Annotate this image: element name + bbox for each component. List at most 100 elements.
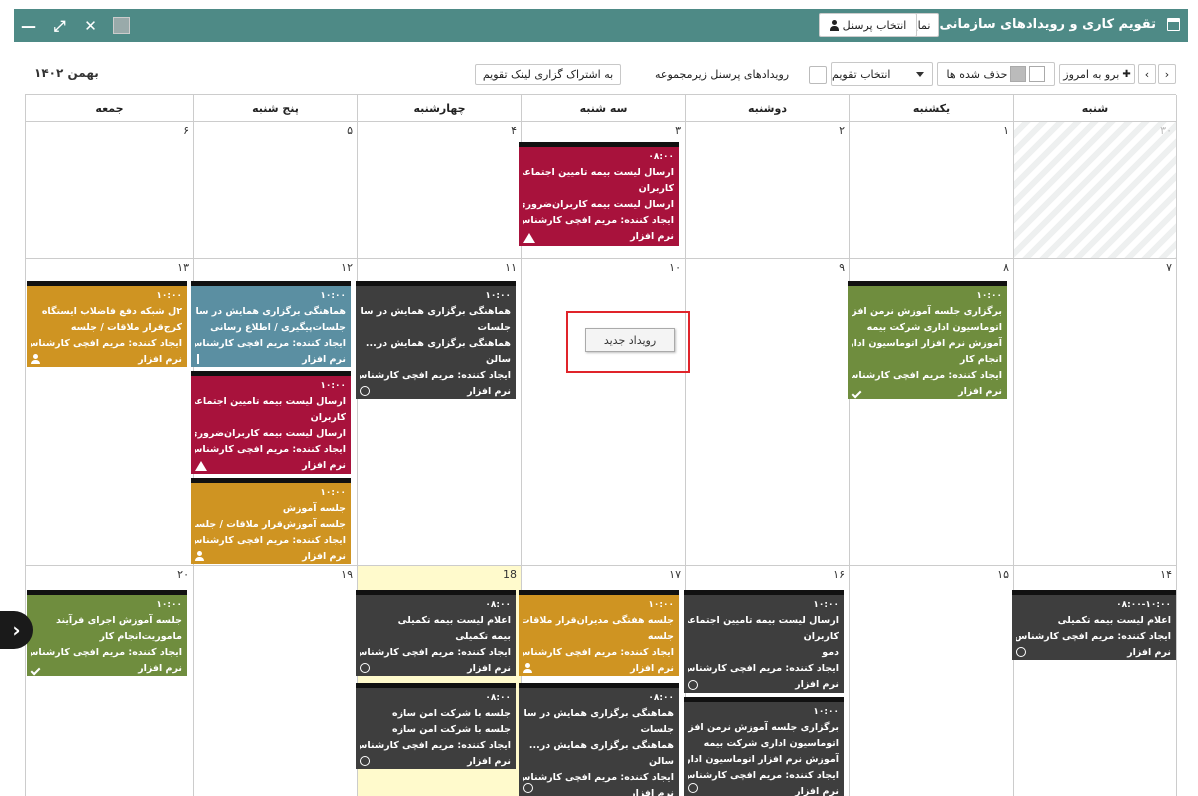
day-number: ۱۲ [341, 261, 353, 274]
event-text: نرم افزار [795, 679, 839, 690]
calendar-event[interactable]: ۱۰:۰۰ هماهنگی برگزاری همایش در سالن جلسات ه… [356, 281, 516, 399]
calendar-event[interactable]: ۱۰:۰۰ ارسال لیست بیمه تامیین اجتماعی کاربر… [684, 590, 844, 693]
day-cell[interactable]: ۱ [850, 122, 1014, 259]
clock-icon [360, 756, 370, 766]
event-text: ایجاد کننده: مریم افچی کارشناس [852, 370, 1002, 381]
event-text: اعلام لیست بیمه تکمیلی [397, 615, 511, 626]
weekday-header: چهارشنبه [358, 95, 522, 122]
event-text: ایجاد کننده: مریم افچی کارشناس [523, 647, 674, 658]
maximize-icon[interactable]: ⤢ [45, 9, 74, 42]
event-text: ایجاد کننده: مریم افچی کارشناس [195, 444, 346, 455]
select-calendar-dropdown[interactable]: انتخاب تقویم [831, 62, 933, 86]
calendar-event[interactable]: ۱۰:۰۰ برگزاری جلسه آموزش نرمن افزار اتوماس… [848, 281, 1007, 399]
event-text: ایجاد کننده: مریم افچی کارشناس [523, 215, 674, 226]
select-personnel-label: انتخاب پرسنل [842, 18, 907, 32]
day-number: ۱۵ [997, 568, 1009, 581]
event-text: نرم افزار [138, 354, 182, 365]
event-time: ۱۰:۰۰ [156, 291, 182, 301]
calendar-event[interactable]: ۱۰:۰۰ جلسه آموزش جلسه آموزش‌قرار ملاقات / … [191, 478, 351, 564]
close-icon[interactable]: ✕ [76, 9, 105, 42]
weekday-header: سه شنبه [522, 95, 686, 122]
calendar-event[interactable]: ۱۰:۰۰ جلسه هفتگی مدیران‌قرار ملاقات / جلسه… [519, 590, 679, 676]
event-time: ۱۰:۰۰ [813, 600, 839, 610]
calendar-event[interactable]: ۰۸:۰۰ هماهنگی برگزاری همایش در سالن جلسات ه… [519, 683, 679, 796]
event-time: ۱۰:۰۰ [648, 600, 674, 610]
calendar-event[interactable]: ۱۰:۰۰ هماهنگی برگزاری همایش در سالن جلسات‌… [191, 281, 351, 367]
deleted-toggle[interactable]: حذف شده ها [937, 62, 1055, 86]
event-text: آموزش نرم افزار اتوماسیون ادار... [688, 754, 839, 765]
minimize-icon[interactable]: — [14, 9, 43, 42]
clock-icon [360, 386, 370, 396]
event-text: سالن [485, 354, 511, 365]
event-text: ماموریت‌انجام کار [99, 631, 182, 642]
event-time: ۰۸:۰۰ [648, 152, 674, 162]
window-square-button[interactable] [107, 9, 136, 42]
day-cell[interactable]: ۲ [686, 122, 850, 259]
event-text: نرم افزار [467, 756, 511, 767]
clock-icon [360, 663, 370, 673]
calendar-event[interactable]: ۱۰:۰۰ ارسال لیست بیمه تامیین اجتماعی کاربر… [191, 371, 351, 474]
day-cell[interactable]: ۴ [358, 122, 522, 259]
event-text: ۲ل شبکه دفع فاضلاب ایستگاه [41, 306, 182, 317]
calendar-event[interactable]: ۱۰:۰۰ برگزاری جلسه آموزش نرمن افزار اتوماس… [684, 697, 844, 796]
calendar-event[interactable]: ۱۰:۰۰ ۲ل شبکه دفع فاضلاب ایستگاه کرج‌قرار … [27, 281, 187, 367]
day-cell[interactable]: ۱۹ [194, 566, 358, 796]
day-number: ۱ [1003, 124, 1009, 137]
event-text: جلسه هفتگی مدیران‌قرار ملاقات / [523, 615, 674, 626]
select-calendar-label: انتخاب تقویم [832, 67, 891, 81]
event-text: نرم افزار [302, 551, 346, 562]
calendar-event[interactable]: ۱۰:۰۰ جلسه آموزش اجرای فرآیند ماموریت‌انجا… [27, 590, 187, 676]
day-number: ۱۱ [505, 261, 517, 274]
day-number: ۷ [1166, 261, 1172, 274]
select-personnel-button[interactable]: انتخاب پرسنل [819, 13, 917, 37]
event-text: بیمه تکمیلی [455, 631, 511, 642]
day-cell[interactable]: ۶ [26, 122, 194, 259]
chevron-right-icon: › [12, 618, 21, 642]
event-time: ۰۸:۰۰ [485, 600, 511, 610]
day-cell[interactable]: ۷ [1014, 259, 1177, 566]
event-text: برگزاری جلسه آموزش نرمن افزار [852, 306, 1002, 317]
event-text: نرم افزار [958, 386, 1002, 397]
event-text: هماهنگی برگزاری همایش در... [528, 740, 674, 751]
event-text: کاربران [803, 631, 839, 642]
event-text: نرم افزار [630, 231, 674, 242]
event-time: ۱۰:۰۰ [813, 707, 839, 717]
calendar-event[interactable]: ۰۸:۰۰ اعلام لیست بیمه تکمیلی بیمه تکمیلی ای… [356, 590, 516, 676]
event-text: کرج‌قرار ملاقات / جلسه [70, 322, 182, 333]
go-to-today-button[interactable]: برو به امروز ✚ [1059, 64, 1135, 84]
calendar-event[interactable]: ۰۸:۰۰ ارسال لیست بیمه تامیین اجتماعی کاربر… [519, 142, 679, 246]
event-text: برگزاری جلسه آموزش نرمن افزار [688, 722, 839, 733]
event-text: جلسه [647, 631, 674, 642]
subordinate-events-label: رویدادهای پرسنل زیرمجموعه [655, 68, 790, 81]
event-text: نرم افزار [302, 354, 346, 365]
new-event-label: رویداد جدید [603, 333, 657, 347]
weekday-header: دوشنبه [686, 95, 850, 122]
chevron-down-icon [916, 71, 924, 77]
current-month-label: بهمن ۱۴۰۲ [34, 66, 99, 80]
today-label: برو به امروز [1063, 67, 1120, 81]
day-cell[interactable]: ۱۵ [850, 566, 1014, 796]
event-time: ۰۸:۰۰-۱۰:۰۰ [1116, 600, 1171, 610]
new-event-button[interactable]: رویداد جدید [585, 328, 675, 352]
prev-month-button[interactable]: › [1158, 64, 1176, 84]
chevron-right-icon: › [1164, 67, 1170, 81]
event-text: سالن [648, 756, 674, 767]
clock-icon [523, 783, 533, 793]
event-text: ارسال لیست بیمه کاربران‌ضروری [195, 428, 346, 439]
event-text: هماهنگی برگزاری همایش در سالن [523, 708, 674, 719]
event-text: جلسات [477, 322, 511, 333]
day-cell[interactable]: ۳۰ [1014, 122, 1177, 259]
day-number: ۸ [1003, 261, 1009, 274]
calendar-event[interactable]: ۰۸:۰۰-۱۰:۰۰ اعلام لیست بیمه تکمیلی ایجاد ک… [1012, 590, 1176, 660]
day-cell[interactable]: ۱۰ [522, 259, 686, 566]
day-cell[interactable]: ۵ [194, 122, 358, 259]
next-month-button[interactable]: ‹ [1138, 64, 1156, 84]
subordinate-events-checkbox[interactable] [809, 66, 827, 84]
event-text: جلسه آموزش‌قرار ملاقات / جلسه [195, 519, 346, 530]
day-cell[interactable]: ۹ [686, 259, 850, 566]
event-text: ارسال لیست بیمه تامیین اجتماعی [523, 167, 674, 178]
event-text: دمو [822, 647, 839, 658]
share-calendar-link-button[interactable]: به اشتراک گزاری لینک تقویم [475, 64, 621, 85]
calendar-event[interactable]: ۰۸:۰۰ جلسه با شرکت امن سازه جلسه با شرکت ا… [356, 683, 516, 769]
event-time: ۰۸:۰۰ [485, 693, 511, 703]
